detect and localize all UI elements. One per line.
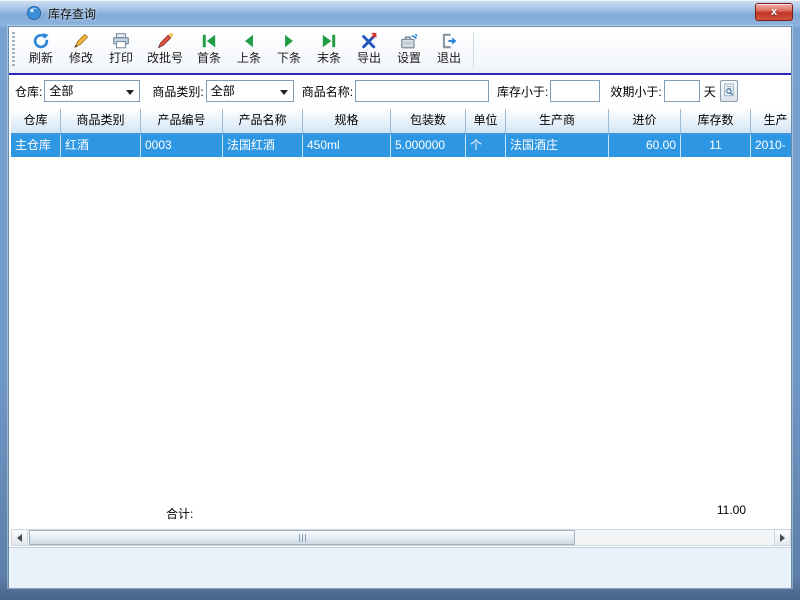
batch-edit-icon xyxy=(156,32,174,50)
table-row[interactable]: 主仓库红酒0003法国红酒450ml5.000000个法国酒庄60.001120… xyxy=(11,135,791,157)
filter-bar: 仓库: 全部 商品类别: 全部 商品名称: 库存小于: 效期小于: 天 xyxy=(9,75,791,107)
stock-less-than-label: 库存小于: xyxy=(497,83,548,100)
column-header[interactable]: 库存数 xyxy=(681,109,751,135)
product-name-label: 商品名称: xyxy=(302,83,353,100)
table-cell: 60.00 xyxy=(609,135,681,157)
warehouse-select[interactable]: 全部 xyxy=(44,80,140,102)
column-header[interactable]: 生产商 xyxy=(506,109,609,135)
titlebar[interactable]: 库存查询 x xyxy=(0,0,800,26)
scroll-right-button[interactable] xyxy=(774,530,790,545)
client-area: 刷新 修改 打印改批号首条 上条 下条 末条 导出 设置 退出 仓库: 全部 商品类别: 全部 … xyxy=(8,26,792,588)
exit-icon xyxy=(440,32,458,50)
close-button[interactable]: x xyxy=(755,3,793,21)
column-header[interactable]: 产品名称 xyxy=(223,109,303,135)
app-icon xyxy=(26,5,42,21)
toolbar: 刷新 修改 打印改批号首条 上条 下条 末条 导出 设置 退出 xyxy=(9,27,791,73)
horizontal-scrollbar[interactable] xyxy=(11,529,791,546)
next-record-icon xyxy=(280,32,298,50)
toolbar-button-label: 下条 xyxy=(277,51,301,65)
column-header[interactable]: 规格 xyxy=(303,109,391,135)
toolbar-separator xyxy=(473,32,474,68)
toolbar-button-next[interactable]: 下条 xyxy=(269,29,309,71)
toolbar-button-label: 首条 xyxy=(197,51,221,65)
thumb-grip-icon xyxy=(302,534,303,542)
column-header[interactable]: 包装数 xyxy=(391,109,466,135)
column-header[interactable]: 产品编号 xyxy=(141,109,223,135)
toolbar-button-label: 设置 xyxy=(397,51,421,65)
toolbar-button-exit[interactable]: 退出 xyxy=(429,29,469,71)
settings-icon xyxy=(400,32,418,50)
edit-icon xyxy=(72,32,90,50)
toolbar-button-export[interactable]: 导出 xyxy=(349,29,389,71)
prev-record-icon xyxy=(240,32,258,50)
total-value: 11.00 xyxy=(649,503,746,517)
toolbar-button-last[interactable]: 末条 xyxy=(309,29,349,71)
total-label: 合计: xyxy=(166,505,193,522)
query-button[interactable] xyxy=(720,80,738,102)
product-name-input[interactable] xyxy=(355,80,489,102)
warehouse-selected-value: 全部 xyxy=(49,84,73,98)
chevron-down-icon xyxy=(126,90,134,95)
column-header[interactable]: 进价 xyxy=(609,109,681,135)
toolbar-button-settings[interactable]: 设置 xyxy=(389,29,429,71)
inventory-grid: 仓库商品类别产品编号产品名称规格包装数单位生产商进价库存数生产 主仓库红酒000… xyxy=(11,109,791,503)
toolbar-button-label: 改批号 xyxy=(147,51,183,65)
column-header[interactable]: 生产 xyxy=(751,109,791,135)
column-header[interactable]: 单位 xyxy=(466,109,506,135)
table-cell: 0003 xyxy=(141,135,223,157)
toolbar-button-label: 退出 xyxy=(437,51,461,65)
scroll-right-icon xyxy=(780,534,785,542)
search-icon xyxy=(722,83,736,100)
toolbar-button-refresh[interactable]: 刷新 xyxy=(21,29,61,71)
table-cell: 450ml xyxy=(303,135,391,157)
grid-header-row: 仓库商品类别产品编号产品名称规格包装数单位生产商进价库存数生产 xyxy=(11,109,791,135)
toolbar-button-label: 刷新 xyxy=(29,51,53,65)
category-label: 商品类别: xyxy=(152,83,203,100)
scroll-left-icon xyxy=(17,534,22,542)
table-cell: 法国酒庄 xyxy=(506,135,609,157)
first-record-icon xyxy=(200,32,218,50)
column-header[interactable]: 商品类别 xyxy=(61,109,141,135)
scrollbar-thumb[interactable] xyxy=(29,530,575,545)
toolbar-button-label: 修改 xyxy=(69,51,93,65)
toolbar-button-print[interactable]: 打印 xyxy=(101,29,141,71)
category-select[interactable]: 全部 xyxy=(206,80,294,102)
table-cell: 红酒 xyxy=(61,135,141,157)
expiry-less-than-label: 效期小于: xyxy=(610,83,661,100)
table-cell: 11 xyxy=(681,135,751,157)
days-label: 天 xyxy=(704,83,716,100)
scroll-left-button[interactable] xyxy=(12,530,28,545)
toolbar-button-prev[interactable]: 上条 xyxy=(229,29,269,71)
toolbar-button-modify[interactable]: 修改 xyxy=(61,29,101,71)
toolbar-button-first[interactable]: 首条 xyxy=(189,29,229,71)
print-icon xyxy=(112,32,130,50)
chevron-down-icon xyxy=(280,90,288,95)
thumb-grip-icon xyxy=(299,534,300,542)
app-window: 库存查询 x 刷新 修改 打印改批号首条 上条 下条 末条 导出 设置 退出 仓库: 全部 商品… xyxy=(0,0,800,600)
refresh-icon xyxy=(32,32,50,50)
window-title: 库存查询 xyxy=(48,5,96,22)
toolbar-gripper[interactable] xyxy=(12,32,15,68)
toolbar-button-label: 导出 xyxy=(357,51,381,65)
stock-less-than-input[interactable] xyxy=(550,80,600,102)
last-record-icon xyxy=(320,32,338,50)
table-cell: 个 xyxy=(466,135,506,157)
toolbar-button-batch[interactable]: 改批号 xyxy=(141,29,189,71)
table-cell: 法国红酒 xyxy=(223,135,303,157)
toolbar-button-label: 末条 xyxy=(317,51,341,65)
table-cell: 主仓库 xyxy=(11,135,61,157)
column-header[interactable]: 仓库 xyxy=(11,109,61,135)
thumb-grip-icon xyxy=(305,534,306,542)
expiry-less-than-input[interactable] xyxy=(664,80,700,102)
category-selected-value: 全部 xyxy=(211,84,235,98)
form-bottom-panel xyxy=(9,547,791,588)
warehouse-label: 仓库: xyxy=(15,83,42,100)
export-excel-icon xyxy=(360,32,378,50)
grid-body: 主仓库红酒0003法国红酒450ml5.000000个法国酒庄60.001120… xyxy=(11,135,791,157)
table-cell: 2010- xyxy=(751,135,791,157)
table-cell: 5.000000 xyxy=(391,135,466,157)
toolbar-button-label: 打印 xyxy=(109,51,133,65)
toolbar-button-label: 上条 xyxy=(237,51,261,65)
